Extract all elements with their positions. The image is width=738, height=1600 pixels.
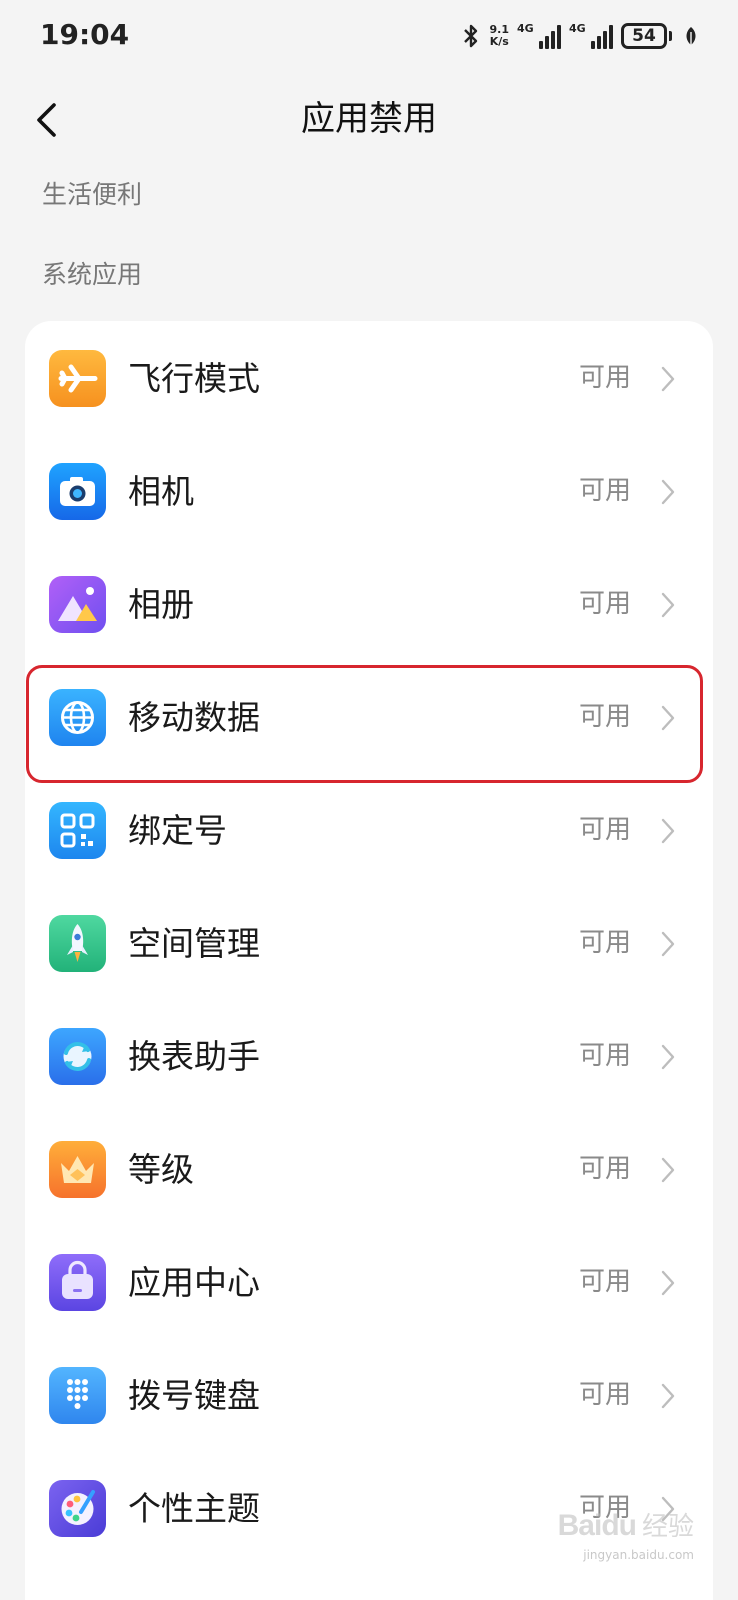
status-bar: 19:04 9.1 K/s 4G 4G 54 [0,0,738,72]
item-status: 可用 [578,476,631,506]
rocket-icon [49,915,106,972]
item-label: 绑定号 [128,811,227,850]
bag-icon [49,1254,106,1311]
palette-icon [49,1480,106,1537]
bluetooth-icon [463,24,477,48]
chevron-right-icon [661,592,675,618]
item-label: 等级 [128,1150,194,1189]
network-speed-unit: K/s [489,35,509,48]
list-item-watch-switch-assistant[interactable]: 换表助手 可用 [25,999,713,1114]
item-label: 换表助手 [128,1037,260,1076]
list-item-dialpad[interactable]: 拨号键盘 可用 [25,1338,713,1453]
item-status: 可用 [578,1041,631,1071]
category-life[interactable]: 生活便利 [42,175,142,211]
item-status: 可用 [578,363,631,393]
chevron-right-icon [661,931,675,957]
globe-icon [49,689,106,746]
camera-icon [49,463,106,520]
list-item-mobile-data[interactable]: 移动数据 可用 [25,660,713,775]
item-status: 可用 [578,589,631,619]
chevron-right-icon [661,1383,675,1409]
list-item-bind-number[interactable]: 绑定号 可用 [25,773,713,888]
dialpad-icon [49,1367,106,1424]
item-label: 空间管理 [128,924,260,963]
signal-tag: 4G [569,22,586,35]
list-item-level[interactable]: 等级 可用 [25,1112,713,1227]
signal-icon: 4G [517,23,561,49]
app-list: 飞行模式 可用 相机 可用 相册 可用 移动数据 可用 绑定号 可用 空间管理 … [25,321,713,1600]
item-label: 应用中心 [128,1263,260,1302]
item-label: 个性主题 [128,1489,260,1528]
item-label: 移动数据 [128,698,260,737]
chevron-right-icon [661,818,675,844]
airplane-icon [49,350,106,407]
watermark-logo: Baidu [557,1509,637,1542]
watermark-text: 经验 [641,1512,694,1542]
item-status: 可用 [578,1267,631,1297]
item-status: 可用 [578,1154,631,1184]
chevron-right-icon [661,705,675,731]
baidu-watermark: Baidu 经验 [558,1506,694,1543]
chevron-right-icon [661,1044,675,1070]
chevron-right-icon [661,1270,675,1296]
list-item-space-management[interactable]: 空间管理 可用 [25,886,713,1001]
list-item-camera[interactable]: 相机 可用 [25,434,713,549]
crown-icon [49,1141,106,1198]
category-system: 系统应用 [42,260,143,289]
chevron-right-icon [661,479,675,505]
list-item-app-center[interactable]: 应用中心 可用 [25,1225,713,1340]
battery-icon: 54 [621,23,672,49]
item-status: 可用 [578,928,631,958]
item-status: 可用 [578,815,631,845]
item-label: 飞行模式 [128,359,260,398]
network-speed: 9.1 K/s [490,24,510,48]
sync-icon [49,1028,106,1085]
chevron-right-icon [661,366,675,392]
list-item-gallery[interactable]: 相册 可用 [25,547,713,662]
signal-tag: 4G [517,22,534,35]
signal-icon: 4G [569,23,613,49]
leaf-icon [686,27,696,45]
qr-code-icon [49,802,106,859]
item-label: 相册 [128,585,194,624]
watermark-url: jingyan.baidu.com [583,1548,694,1562]
item-label: 相机 [128,472,194,511]
status-icons: 9.1 K/s 4G 4G 54 [460,20,699,52]
list-item-airplane-mode[interactable]: 飞行模式 可用 [25,321,713,436]
item-status: 可用 [578,1380,631,1410]
status-time: 19:04 [40,18,130,51]
page-title: 应用禁用 [301,99,437,139]
chevron-right-icon [661,1157,675,1183]
item-label: 拨号键盘 [128,1376,260,1415]
nav-bar: 应用禁用 [0,80,738,160]
item-status: 可用 [578,702,631,732]
gallery-icon [49,576,106,633]
battery-level: 54 [632,26,656,46]
